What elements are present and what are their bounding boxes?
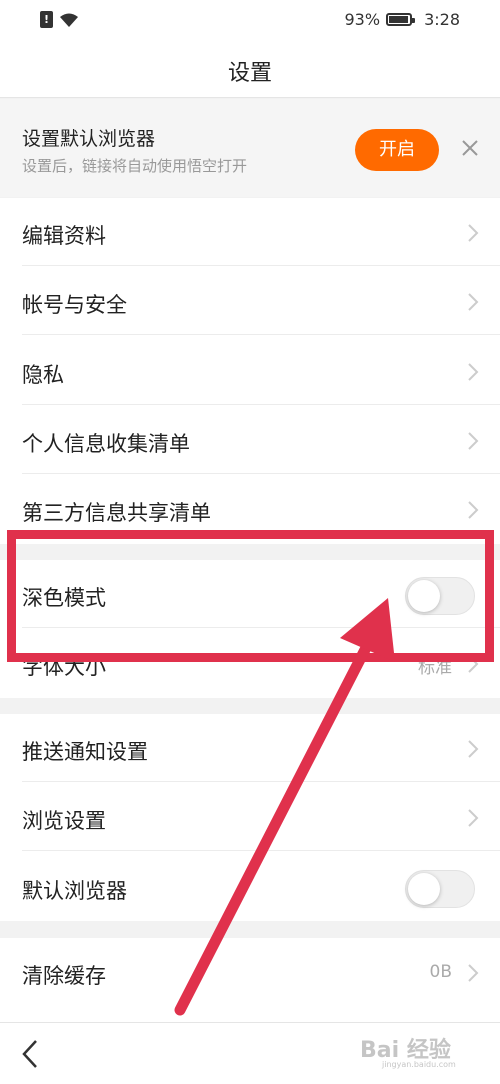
status-left: !: [40, 11, 79, 28]
page-title: 设置: [227, 61, 272, 86]
sim-alert-icon: !: [40, 11, 53, 28]
back-arrow-icon[interactable]: [18, 1037, 42, 1071]
row-label: 隐私: [22, 363, 64, 387]
open-button[interactable]: 开启: [355, 129, 439, 171]
chevron-right-icon: [468, 432, 479, 450]
row-privacy[interactable]: 隐私: [0, 337, 500, 405]
row-account-security[interactable]: 帐号与安全: [0, 267, 500, 335]
row-edit-profile[interactable]: 编辑资料: [0, 198, 500, 266]
status-right: 93% 3:28: [345, 10, 461, 29]
cache-size-value: 0B: [429, 962, 452, 982]
title-bar: 设置: [0, 40, 500, 98]
close-icon[interactable]: [456, 134, 484, 162]
divider: [22, 850, 500, 851]
row-label: 浏览设置: [22, 809, 106, 833]
account-group: 编辑资料 帐号与安全 隐私 个人信息收集清单 第三方信息共享清单: [0, 198, 500, 544]
status-time: 3:28: [424, 10, 460, 29]
divider: [22, 265, 500, 266]
row-push-settings[interactable]: 推送通知设置: [0, 714, 500, 782]
status-bar: ! 93% 3:28: [0, 0, 500, 40]
divider: [22, 473, 500, 474]
row-label: 清除缓存: [22, 964, 106, 988]
banner-subtitle: 设置后，链接将自动使用悟空打开: [22, 157, 248, 175]
browser-group: 推送通知设置 浏览设置 默认浏览器: [0, 714, 500, 921]
divider: [22, 404, 500, 405]
battery-icon: [386, 13, 416, 26]
chevron-right-icon: [468, 809, 479, 827]
row-label: 默认浏览器: [22, 879, 127, 903]
chevron-right-icon: [468, 224, 479, 242]
chevron-right-icon: [468, 740, 479, 758]
row-personal-info-list[interactable]: 个人信息收集清单: [0, 406, 500, 474]
chevron-right-icon: [468, 363, 479, 381]
watermark-site: jingyan.baidu.com: [382, 1060, 456, 1069]
row-browse-settings[interactable]: 浏览设置: [0, 783, 500, 851]
row-label: 帐号与安全: [22, 293, 127, 317]
row-label: 第三方信息共享清单: [22, 501, 211, 525]
divider: [22, 781, 500, 782]
row-clear-cache[interactable]: 清除缓存 0B: [0, 938, 500, 1006]
chevron-right-icon: [468, 964, 479, 982]
row-label: 个人信息收集清单: [22, 432, 190, 456]
settings-page: ! 93% 3:28 设置 设置默认浏览器 设置后，链接将自动使用悟空打开 开启…: [0, 0, 500, 1084]
divider: [22, 334, 500, 335]
row-label: 推送通知设置: [22, 740, 148, 764]
baidu-watermark: Bai 经验 jingyan.baidu.com: [360, 1028, 500, 1069]
banner-title: 设置默认浏览器: [22, 128, 156, 150]
default-browser-toggle[interactable]: [405, 870, 475, 908]
row-default-browser: 默认浏览器: [0, 853, 500, 921]
battery-percent: 93%: [344, 10, 381, 29]
chevron-right-icon: [468, 293, 479, 311]
toggle-knob: [408, 873, 440, 905]
storage-group: 清除缓存 0B: [0, 938, 500, 1022]
chevron-right-icon: [468, 501, 479, 519]
annotation-highlight-box: [7, 530, 494, 662]
wifi-icon: [60, 13, 78, 27]
row-label: 编辑资料: [22, 224, 106, 248]
